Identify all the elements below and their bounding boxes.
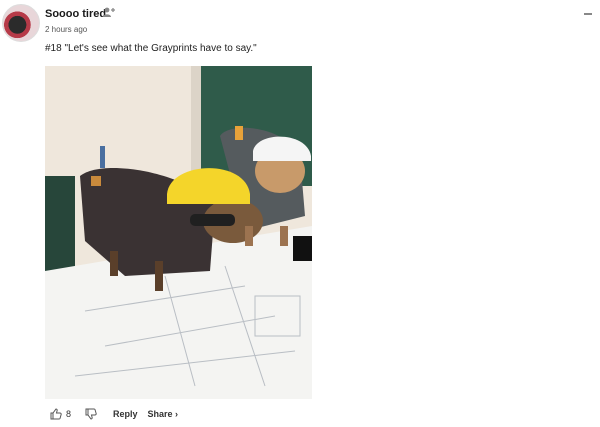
- upvote-count: 8: [66, 409, 72, 419]
- comment-text: #18 "Let's see what the Grayprints have …: [45, 43, 257, 54]
- avatar[interactable]: [2, 4, 40, 42]
- reply-button[interactable]: Reply: [113, 409, 138, 419]
- timestamp: 2 hours ago: [45, 25, 88, 34]
- minus-icon[interactable]: [584, 13, 592, 15]
- username[interactable]: Soooo tired: [45, 8, 106, 20]
- add-user-icon[interactable]: [102, 6, 116, 20]
- share-button[interactable]: Share ›: [148, 409, 179, 419]
- post-image: [45, 66, 312, 399]
- thumbs-down-icon[interactable]: [85, 408, 97, 420]
- thumbs-up-icon[interactable]: [50, 408, 62, 420]
- comment-actions: 8 Reply Share ›: [50, 405, 178, 423]
